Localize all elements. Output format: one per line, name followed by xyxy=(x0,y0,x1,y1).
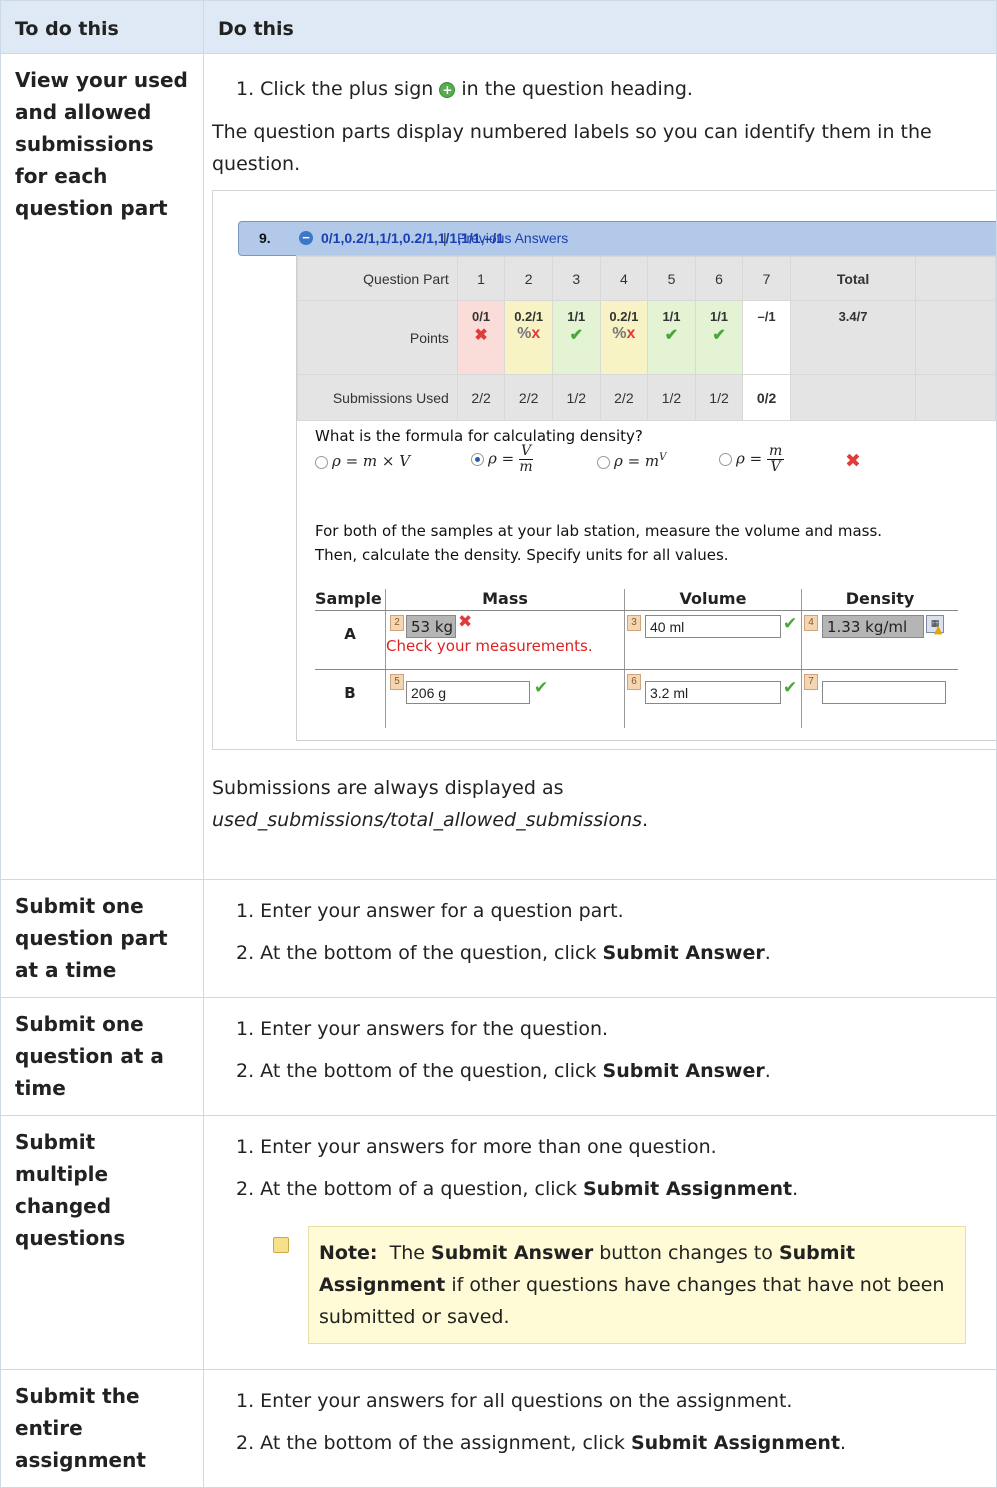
table-row: Submit one question at a time 1. Enter y… xyxy=(0,997,997,1116)
step-item: 1. Click the plus sign + in the question… xyxy=(236,78,693,100)
table-row: View your used and allowed submissions f… xyxy=(0,53,997,880)
minus-icon[interactable]: − xyxy=(299,231,313,245)
question-heading: 9. − 0/1,0.2/1,1/1,0.2/1,1/1,1/1,–/1 | P… xyxy=(238,221,996,256)
task-cell: Submit multiple changed questions xyxy=(0,1115,204,1370)
x-icon: ✖ xyxy=(458,612,473,632)
task-cell: View your used and allowed submissions f… xyxy=(0,53,204,880)
step-item: 2. At the bottom of a question, click Su… xyxy=(236,1178,799,1200)
question-body: Question Part 1 2 3 4 5 6 7 Total Points… xyxy=(296,255,996,741)
check-icon: ✔ xyxy=(712,327,726,344)
option-3[interactable]: ρ = mV xyxy=(597,452,666,470)
steps-cell: 1. Enter your answer for a question part… xyxy=(203,879,997,998)
step-item: 2. At the bottom of the question, click … xyxy=(236,942,771,964)
step-item: 1. Enter your answers for the question. xyxy=(236,1018,609,1040)
step-item: 1. Enter your answers for more than one … xyxy=(236,1136,717,1158)
part-tag: 2 xyxy=(390,615,404,631)
step-item: 2. At the bottom of the assignment, clic… xyxy=(236,1432,847,1454)
description: The question parts display numbered labe… xyxy=(212,121,932,175)
points-label: Points xyxy=(297,300,458,375)
part-label: Question Part xyxy=(297,256,458,301)
radio-button[interactable] xyxy=(315,455,328,469)
table-row: Submit one question part at a time 1. En… xyxy=(0,879,997,998)
submissions-label: Submissions Used xyxy=(297,374,458,421)
check-icon: ✔ xyxy=(664,327,679,344)
density-a-input[interactable]: 1.33 kg/ml xyxy=(822,615,924,638)
check-icon: ✔ xyxy=(569,327,583,344)
check-icon: ✔ xyxy=(534,678,549,698)
question-screenshot: 9. − 0/1,0.2/1,1/1,0.2/1,1/1,1/1,–/1 | P… xyxy=(212,190,996,750)
radio-button[interactable] xyxy=(597,455,610,469)
footer-text: Submissions are always displayed as used… xyxy=(212,777,649,831)
part-tag: 3 xyxy=(627,615,641,631)
warning-icon: ▲ xyxy=(934,623,943,636)
task-cell: Submit the entire assignment xyxy=(0,1369,204,1488)
total-points: 3.4/7 xyxy=(789,300,917,375)
radio-button-selected[interactable] xyxy=(471,453,484,466)
option-4[interactable]: ρ = mV xyxy=(719,444,785,475)
total-label: Total xyxy=(789,256,917,301)
col-header-task: To do this xyxy=(0,0,204,54)
volume-b-input[interactable]: 3.2 ml xyxy=(645,681,781,704)
steps-cell: 1. Click the plus sign + in the question… xyxy=(203,53,997,880)
part-tag: 5 xyxy=(390,674,404,690)
instructions-table: To do this Do this View your used and al… xyxy=(0,0,997,1488)
x-icon: ✖ xyxy=(845,450,861,472)
part-tag: 4 xyxy=(804,615,818,631)
step-item: 1. Enter your answer for a question part… xyxy=(236,900,624,922)
mass-a-input[interactable]: 53 kg xyxy=(406,615,456,638)
error-message: Check your measurements. xyxy=(386,637,593,655)
sample-table: Sample Mass Volume Density A 2 53 kg ✖ C… xyxy=(315,589,958,728)
step-item: 2. At the bottom of the question, click … xyxy=(236,1060,771,1082)
note-icon xyxy=(273,1237,289,1253)
instructions-text: For both of the samples at your lab stat… xyxy=(315,522,883,564)
table-row: Submit the entire assignment 1. Enter yo… xyxy=(0,1369,997,1488)
task-cell: Submit one question part at a time xyxy=(0,879,204,998)
radio-button[interactable] xyxy=(719,453,732,466)
table-row: Submit multiple changed questions 1. Ent… xyxy=(0,1115,997,1370)
volume-a-input[interactable]: 40 ml xyxy=(645,615,781,638)
note-box: Note: The Submit Answer button changes t… xyxy=(273,1226,966,1344)
previous-answers-link[interactable]: Previous Answers xyxy=(457,230,568,246)
check-icon: ✔ xyxy=(783,614,798,634)
check-icon: ✔ xyxy=(783,678,798,698)
plus-icon: + xyxy=(439,81,456,98)
steps-cell: 1. Enter your answers for all questions … xyxy=(203,1369,997,1488)
partial-credit-icon: %x xyxy=(612,325,636,342)
mass-b-input[interactable]: 206 g xyxy=(406,681,530,704)
steps-cell: 1. Enter your answers for more than one … xyxy=(203,1115,997,1370)
density-b-input[interactable] xyxy=(822,681,946,704)
option-2[interactable]: ρ = Vm xyxy=(471,444,534,475)
col-header-steps: Do this xyxy=(203,0,997,54)
x-icon: ✖ xyxy=(474,327,488,344)
part-tag: 7 xyxy=(804,674,818,690)
steps-cell: 1. Enter your answers for the question. … xyxy=(203,997,997,1116)
part-tag: 6 xyxy=(627,674,641,690)
task-cell: Submit one question at a time xyxy=(0,997,204,1116)
separator: | xyxy=(443,230,447,246)
step-item: 1. Enter your answers for all questions … xyxy=(236,1390,793,1412)
parts-table: Question Part 1 2 3 4 5 6 7 Total Points… xyxy=(297,256,996,421)
option-1[interactable]: ρ = m × V xyxy=(315,452,410,470)
question-number: 9. xyxy=(259,230,271,246)
partial-credit-icon: %x xyxy=(517,325,541,342)
